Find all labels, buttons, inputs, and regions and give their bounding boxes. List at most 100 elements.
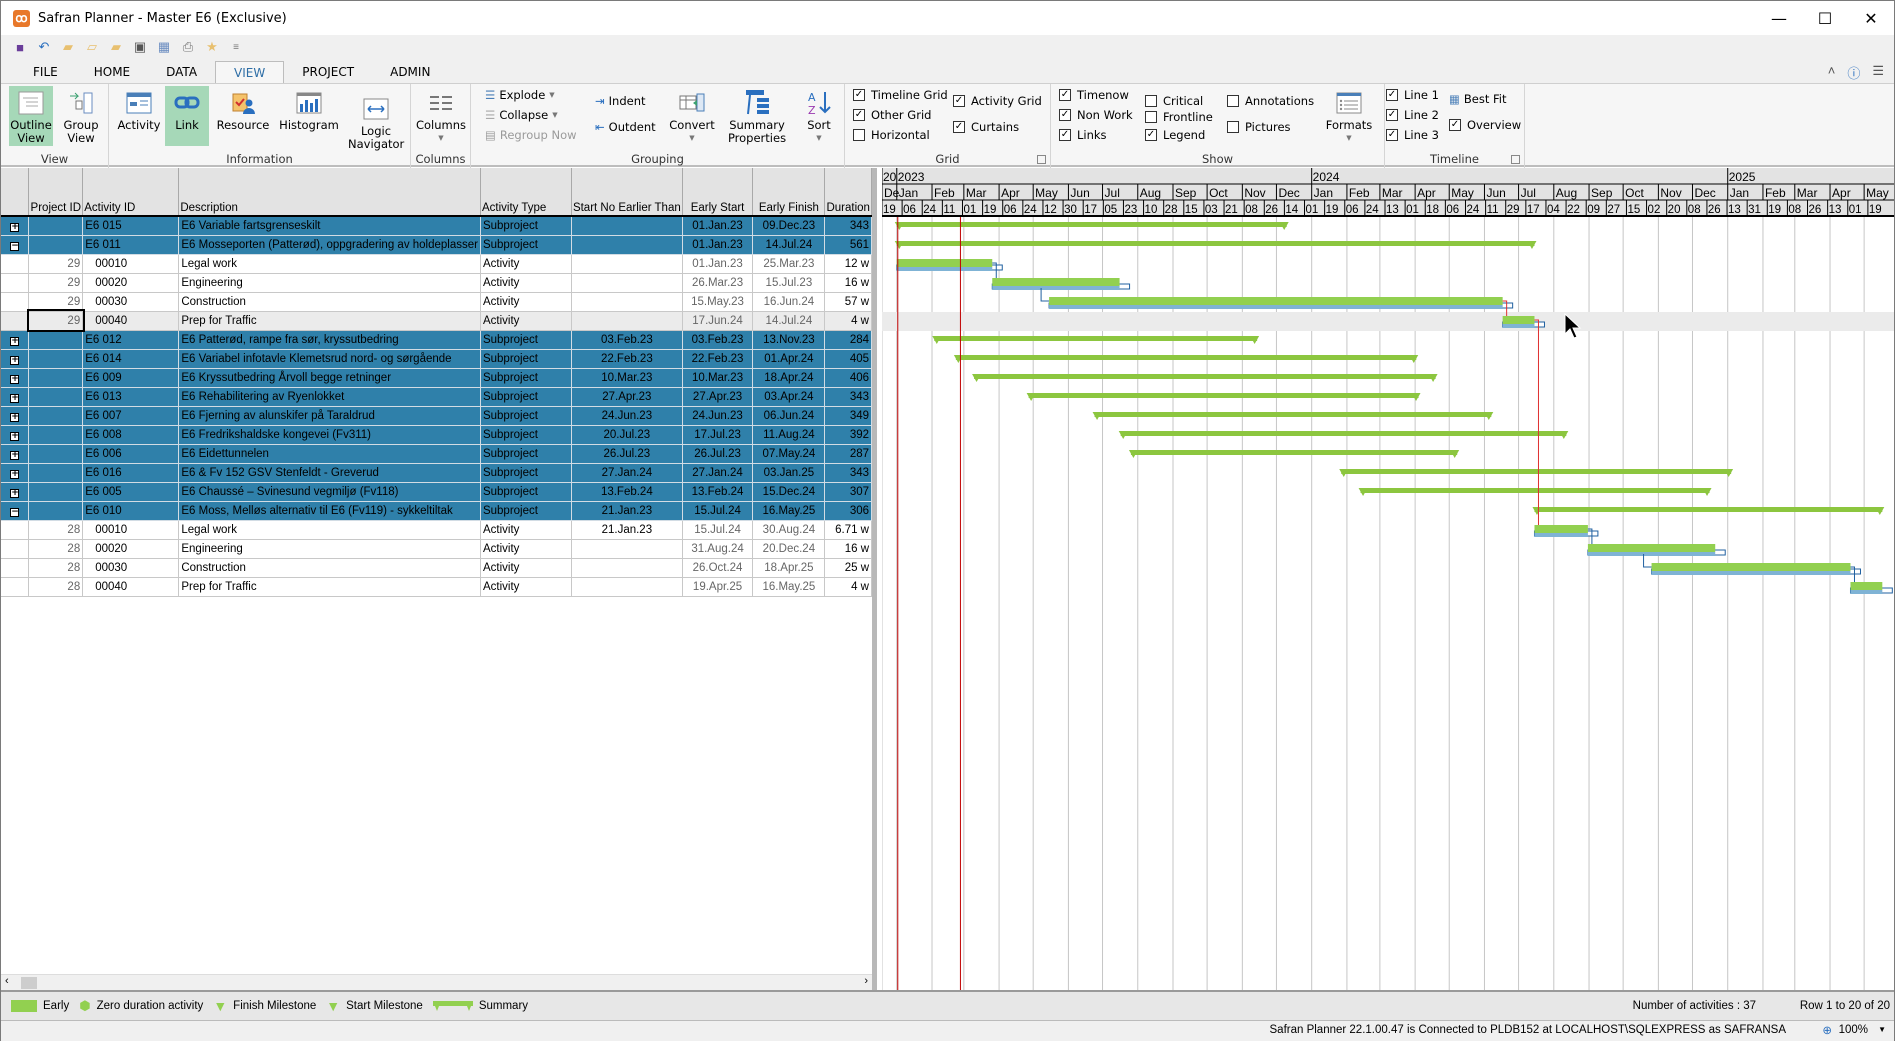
table-row[interactable]: 28 00030 Construction Activity 26.Oct.24 18.A… [1, 558, 872, 578]
table-row[interactable]: + E6 008 E6 Fredrikshaldske kongevei (Fv31… [1, 425, 872, 445]
table-row[interactable]: + E6 016 E6 & Fv 152 GSV Stenfeldt - Greve… [1, 463, 872, 483]
save-icon[interactable]: ■ [11, 38, 29, 56]
link-button[interactable]: Link [165, 86, 209, 146]
collapse-button[interactable]: ☰ Collapse ▼ [485, 108, 558, 122]
frontline-checkbox[interactable]: Frontline [1145, 110, 1213, 124]
tab-project[interactable]: PROJECT [284, 61, 372, 83]
grid-dialog-launcher[interactable] [1037, 155, 1046, 164]
line1-checkbox[interactable]: ✓ Line 1 [1386, 88, 1439, 102]
table-row[interactable]: + E6 015 E6 Variable fartsgrenseskilt Subpr… [1, 216, 872, 236]
line2-checkbox[interactable]: ✓ Line 2 [1386, 108, 1439, 122]
resource-button[interactable]: Resource [215, 86, 271, 146]
best-fit-button[interactable]: ▦ Best Fit [1449, 92, 1506, 106]
indent-button[interactable]: ⇥ Indent [595, 94, 646, 108]
cell-expander[interactable]: + [1, 330, 30, 350]
column-header-project-id[interactable]: Project ID [28, 168, 84, 217]
logic-navigator-button[interactable]: Logic Navigator [347, 92, 405, 152]
table-row[interactable]: + E6 005 E6 Chaussé – Svinesund vegmiljø (… [1, 482, 872, 502]
table-row[interactable]: − E6 010 E6 Moss, Melløs alternativ til E6… [1, 501, 872, 521]
new-folder-icon[interactable]: ▰ [59, 38, 77, 56]
help-icon[interactable]: ⓘ [1847, 63, 1860, 82]
cell-expander[interactable]: + [1, 482, 30, 502]
print-preview-icon[interactable]: ⎙ [179, 38, 197, 56]
scroll-right-arrow[interactable]: › [864, 975, 868, 987]
cell-expander[interactable]: + [1, 387, 30, 407]
annotations-checkbox[interactable]: Annotations [1227, 94, 1314, 108]
line3-checkbox[interactable]: ✓ Line 3 [1386, 128, 1439, 142]
cell-expander[interactable]: + [1, 463, 30, 483]
zoom-dropdown-icon[interactable]: ▼ [1878, 1025, 1886, 1034]
histogram-button[interactable]: Histogram [279, 86, 339, 146]
table-row[interactable]: 28 00020 Engineering Activity 31.Aug.24 20.De… [1, 539, 872, 559]
expand-icon[interactable]: + [10, 488, 20, 498]
links-checkbox[interactable]: ✓ Links [1059, 128, 1107, 142]
collapse-icon[interactable]: − [10, 241, 20, 251]
expand-icon[interactable]: + [10, 412, 20, 422]
scroll-thumb[interactable] [21, 977, 37, 989]
table-row[interactable]: − E6 011 E6 Mosseporten (Patterød), oppgra… [1, 235, 872, 255]
column-header-activity-type[interactable]: Activity Type [480, 168, 572, 217]
collapse-icon[interactable]: − [10, 507, 20, 517]
column-header-start-no-earlier-than[interactable]: Start No Earlier Than [571, 168, 683, 217]
menu-icon[interactable]: ☰ [1872, 63, 1884, 82]
horizontal-scrollbar[interactable]: ‹ › [1, 974, 872, 990]
tab-view[interactable]: VIEW [215, 61, 285, 83]
customize-icon[interactable]: ≡ [227, 38, 245, 56]
critical-checkbox[interactable]: Critical [1145, 94, 1203, 108]
timeline-grid-checkbox[interactable]: ✓ Timeline Grid [853, 88, 948, 102]
cell-expander[interactable]: − [1, 235, 30, 255]
table-row[interactable]: + E6 014 E6 Variabel infotavle Klemetsrud … [1, 349, 872, 369]
table-row[interactable]: 28 00010 Legal work Activity 21.Jan.23 15.Jul… [1, 520, 872, 540]
non-work-checkbox[interactable]: ✓ Non Work [1059, 108, 1133, 122]
activity-button[interactable]: Activity [117, 86, 161, 146]
expand-icon[interactable]: + [10, 222, 20, 232]
minimize-button[interactable]: — [1756, 1, 1802, 35]
revert-folder-icon[interactable]: ▰ [107, 38, 125, 56]
favorites-folder-icon[interactable]: ★ [203, 38, 221, 56]
column-header-expander-col[interactable] [1, 168, 30, 217]
table-row[interactable]: 29 00040 Prep for Traffic Activity 17.Jun.24… [1, 309, 872, 332]
legend-checkbox[interactable]: ✓ Legend [1145, 128, 1205, 142]
tab-home[interactable]: HOME [76, 61, 148, 83]
horizontal-checkbox[interactable]: Horizontal [853, 128, 930, 142]
undo-icon[interactable]: ↶ [35, 38, 53, 56]
timenow-checkbox[interactable]: ✓ Timenow [1059, 88, 1129, 102]
table-row[interactable]: 29 00020 Engineering Activity 26.Mar.23 15.Ju… [1, 273, 872, 293]
column-header-early-finish[interactable]: Early Finish [752, 168, 826, 217]
table-row[interactable]: 28 00040 Prep for Traffic Activity 19.Apr.25… [1, 577, 872, 597]
expand-icon[interactable]: + [10, 450, 20, 460]
curtains-checkbox[interactable]: ✓ Curtains [953, 120, 1019, 134]
table-row[interactable]: + E6 007 E6 Fjerning av alunskifer på Tara… [1, 406, 872, 426]
table-row[interactable]: + E6 006 E6 Eidettunnelen Subproject 26.Jul.… [1, 444, 872, 464]
cell-expander[interactable]: + [1, 349, 30, 369]
other-grid-checkbox[interactable]: ✓ Other Grid [853, 108, 931, 122]
cell-expander[interactable]: + [1, 216, 30, 236]
cell-expander[interactable]: + [1, 444, 30, 464]
expand-icon[interactable]: + [10, 355, 20, 365]
cell-expander[interactable]: − [1, 501, 30, 521]
collapse-ribbon-icon[interactable]: ˄ [1828, 63, 1836, 82]
expand-icon[interactable]: + [10, 469, 20, 479]
column-header-description[interactable]: Description [178, 168, 481, 217]
explode-button[interactable]: ☰ Explode ▼ [485, 88, 555, 102]
overview-checkbox[interactable]: ✓ Overview [1449, 118, 1521, 132]
column-header-activity-id[interactable]: Activity ID [82, 168, 180, 217]
cell-expander[interactable]: + [1, 406, 30, 426]
activity-grid-checkbox[interactable]: ✓ Activity Grid [953, 94, 1042, 108]
scroll-left-arrow[interactable]: ‹ [5, 975, 9, 987]
expand-icon[interactable]: + [10, 336, 20, 346]
maximize-button[interactable]: ☐ [1802, 1, 1848, 35]
tab-data[interactable]: DATA [148, 61, 215, 83]
formats-button[interactable]: Formats ▼ [1321, 86, 1377, 146]
zoom-level[interactable]: 100% [1839, 1024, 1868, 1036]
summary-properties-button[interactable]: Summary Properties [721, 86, 793, 146]
columns-button[interactable]: Columns ▼ [415, 86, 467, 146]
cell-expander[interactable]: + [1, 425, 30, 445]
regroup-now-button[interactable]: ▤ Regroup Now [485, 128, 577, 142]
cell-expander[interactable]: + [1, 368, 30, 388]
table-row[interactable]: 29 00030 Construction Activity 15.May.23 16.J… [1, 292, 872, 312]
column-header-early-start[interactable]: Early Start [682, 168, 754, 217]
close-button[interactable]: ✕ [1848, 1, 1894, 35]
group-view-button[interactable]: Group View [59, 86, 103, 146]
save-as-icon[interactable]: ▣ [131, 38, 149, 56]
